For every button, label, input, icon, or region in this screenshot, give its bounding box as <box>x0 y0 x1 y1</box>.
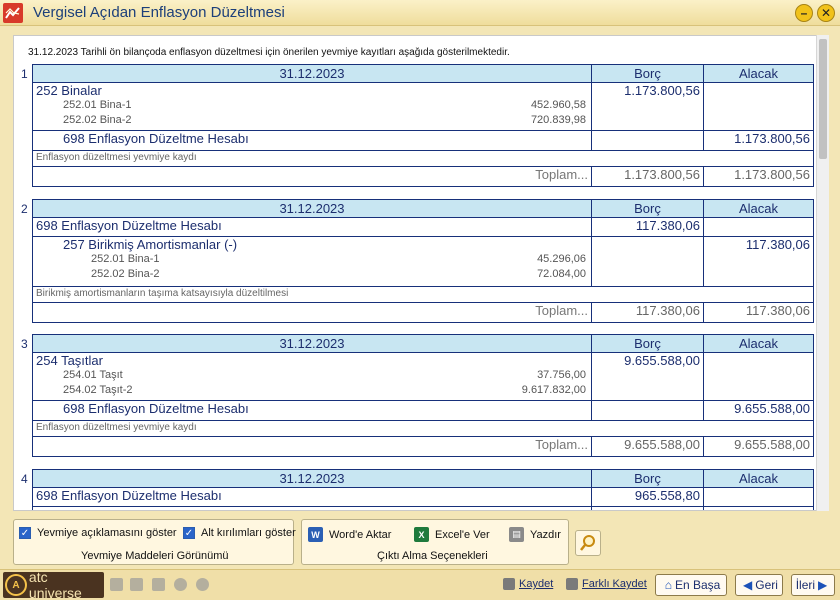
borc-header: Borç <box>591 334 704 353</box>
credit-amount: 9.655.588,00 <box>703 400 814 421</box>
sub-account-row: 254.02 Taşıt-2 9.617.832,00 <box>63 384 586 396</box>
zoom-button[interactable] <box>575 530 601 556</box>
vertical-scrollbar[interactable] <box>816 35 829 511</box>
borc-header: Borç <box>591 64 704 83</box>
close-icon: ✕ <box>820 6 832 20</box>
total-borc: 9.655.588,00 <box>591 436 704 457</box>
sub-account-row: 252.01 Bina-1 452.960,58 <box>63 99 586 111</box>
debit-account: 698 Enflasyon Düzeltme Hesabı <box>36 488 222 504</box>
total-borc: 1.173.800,56 <box>591 166 704 187</box>
entry-number: 4 <box>21 472 28 486</box>
total-label: Toplam... <box>32 166 592 187</box>
output-group-label: Çıktı Alma Seçenekleri <box>377 550 488 562</box>
debit-amount: 1.173.800,56 <box>591 82 704 131</box>
credit-account: 257 Birikmiş Amortismanlar (-) <box>63 237 238 253</box>
credit-account: 698 Enflasyon Düzeltme Hesabı <box>63 131 249 147</box>
entry-date: 31.12.2023 <box>32 64 592 83</box>
minimize-button[interactable]: – <box>795 4 813 22</box>
sub-account-row: 252.02 Bina-2 720.839,98 <box>63 114 586 126</box>
entry-description: Enflasyon düzeltmesi yevmiye kaydı <box>32 150 814 167</box>
back-button[interactable]: ◀ Geri <box>735 574 783 596</box>
entry-date: 31.12.2023 <box>32 199 592 218</box>
total-alacak: 117.380,06 <box>703 302 814 323</box>
intro-text: 31.12.2023 Tarihli ön bilançoda enflasyo… <box>28 47 510 58</box>
sub-account-row: 254.01 Taşıt 37.756,00 <box>63 369 586 381</box>
total-alacak: 9.655.588,00 <box>703 436 814 457</box>
debit-amount: 117.380,06 <box>591 217 704 237</box>
entry-number: 1 <box>21 67 28 81</box>
document-icon[interactable] <box>110 578 123 591</box>
entry-number: 2 <box>21 202 28 216</box>
entry-description: Enflasyon düzeltmesi yevmiye kaydı <box>32 420 814 437</box>
alacak-header: Alacak <box>703 469 814 488</box>
output-options-group: W Word'e Aktar X Excel'e Ver ▤ Yazdır Çı… <box>301 519 569 565</box>
debit-account: 252 Binalar <box>36 83 102 99</box>
journal-table: 31.12.2023 Borç Alacak 698 Enflasyon Düz… <box>32 199 814 323</box>
borc-header: Borç <box>591 469 704 488</box>
debit-account: 698 Enflasyon Düzeltme Hesabı <box>36 218 222 234</box>
print-button[interactable]: ▤ Yazdır <box>509 527 561 542</box>
debit-amount: 965.558,80 <box>591 487 704 507</box>
options-area: ✓ Yevmiye açıklamasını göster ✓ Alt kırı… <box>0 513 840 569</box>
help-icon[interactable] <box>174 578 187 591</box>
printer-icon: ▤ <box>509 527 524 542</box>
checkbox-checked-icon: ✓ <box>183 527 195 539</box>
title-bar: Vergisel Açıdan Enflasyon Düzeltmesi – ✕ <box>0 0 840 26</box>
show-description-checkbox[interactable]: ✓ Yevmiye açıklamasını göster <box>19 527 177 539</box>
entry-number: 3 <box>21 337 28 351</box>
next-arrow-icon: ▶ <box>818 578 828 592</box>
save-button[interactable]: Kaydet <box>503 578 553 590</box>
total-label: Toplam... <box>32 436 592 457</box>
journal-table: 31.12.2023 Borç Alacak 252 Binalar 252.0… <box>32 64 814 187</box>
scrollbar-thumb[interactable] <box>819 39 827 159</box>
atc-logo-icon: A <box>5 574 27 596</box>
next-button[interactable]: İleri ▶ <box>791 574 835 596</box>
total-borc: 117.380,06 <box>591 302 704 323</box>
journal-entries-panel: 31.12.2023 Tarihli ön bilançoda enflasyo… <box>13 35 828 511</box>
list-icon[interactable] <box>152 578 165 591</box>
alacak-header: Alacak <box>703 64 814 83</box>
alacak-header: Alacak <box>703 199 814 218</box>
entry-date: 31.12.2023 <box>32 334 592 353</box>
minimize-icon: – <box>800 6 808 20</box>
total-alacak: 1.173.800,56 <box>703 166 814 187</box>
checkbox-checked-icon: ✓ <box>19 527 31 539</box>
save-as-icon <box>566 578 578 590</box>
debit-account: 254 Taşıtlar <box>36 353 103 369</box>
copy-icon[interactable] <box>130 578 143 591</box>
status-bar: A atc universe Kaydet Farklı Kaydet ⌂ En… <box>0 569 840 600</box>
home-icon: ⌂ <box>664 578 672 592</box>
borc-header: Borç <box>591 199 704 218</box>
show-sub-accounts-checkbox[interactable]: ✓ Alt kırılımları göster <box>183 527 296 539</box>
total-label: Toplam... <box>32 302 592 323</box>
magnifier-icon <box>580 535 595 551</box>
journal-table: 31.12.2023 Borç Alacak 254 Taşıtlar 254.… <box>32 334 814 457</box>
excel-icon: X <box>414 527 429 542</box>
journal-table: 31.12.2023 Borç Alacak 698 Enflasyon Düz… <box>32 469 814 510</box>
back-arrow-icon: ◀ <box>743 578 753 592</box>
export-excel-button[interactable]: X Excel'e Ver <box>414 527 490 542</box>
atc-universe-logo: A atc universe <box>3 569 104 600</box>
alacak-header: Alacak <box>703 334 814 353</box>
close-button[interactable]: ✕ <box>817 4 835 22</box>
debit-amount: 9.655.588,00 <box>591 352 704 401</box>
save-as-button[interactable]: Farklı Kaydet <box>566 578 647 590</box>
word-icon: W <box>308 527 323 542</box>
app-inflation-icon <box>3 2 23 23</box>
window-title: Vergisel Açıdan Enflasyon Düzeltmesi <box>33 4 285 21</box>
sub-account-row: 252.01 Bina-1 45.296,06 <box>91 253 586 265</box>
entry-date: 31.12.2023 <box>32 469 592 488</box>
export-word-button[interactable]: W Word'e Aktar <box>308 527 391 542</box>
credit-amount: 1.173.800,56 <box>703 130 814 151</box>
info-icon[interactable] <box>196 578 209 591</box>
entry-description: Birikmiş amortismanların taşıma katsayıs… <box>32 286 814 303</box>
sub-account-row: 252.02 Bina-2 72.084,00 <box>91 268 586 280</box>
credit-amount: 117.380,06 <box>703 236 814 287</box>
view-group-label: Yevmiye Maddeleri Görünümü <box>81 550 229 562</box>
home-button[interactable]: ⌂ En Başa <box>655 574 727 596</box>
save-icon <box>503 578 515 590</box>
credit-account: 698 Enflasyon Düzeltme Hesabı <box>63 401 249 417</box>
view-options-group: ✓ Yevmiye açıklamasını göster ✓ Alt kırı… <box>13 519 296 565</box>
